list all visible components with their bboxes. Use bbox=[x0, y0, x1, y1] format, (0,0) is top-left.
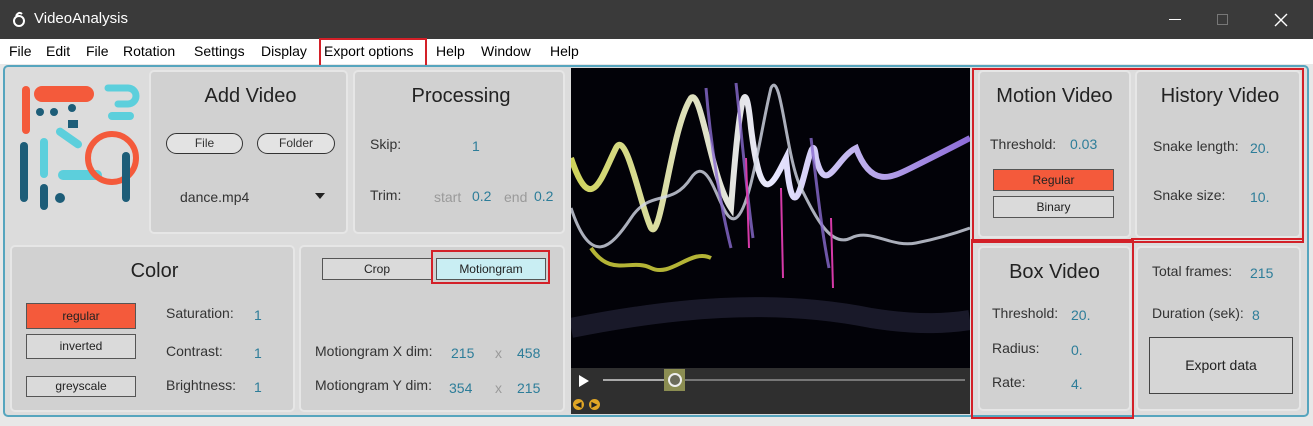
menu-file[interactable]: File bbox=[9, 43, 32, 59]
contrast-label: Contrast: bbox=[166, 343, 223, 359]
saturation-label: Saturation: bbox=[166, 305, 234, 321]
skip-value[interactable]: 1 bbox=[472, 138, 480, 154]
color-inverted-button[interactable]: inverted bbox=[26, 334, 136, 359]
stats-panel: Total frames: 215 Duration (sek): 8 Expo… bbox=[1136, 246, 1301, 411]
highlight-stats-top bbox=[1131, 238, 1304, 242]
close-icon bbox=[1274, 13, 1288, 26]
motiongram-x-width[interactable]: 215 bbox=[451, 345, 474, 361]
add-video-title: Add Video bbox=[204, 85, 297, 107]
total-frames-label: Total frames: bbox=[1152, 263, 1233, 279]
highlight-export-options bbox=[319, 38, 427, 68]
highlight-box-video bbox=[971, 239, 1134, 419]
add-folder-button[interactable]: Folder bbox=[257, 133, 335, 154]
highlight-motiongram bbox=[431, 250, 550, 284]
step-back-icon[interactable]: ◀ bbox=[573, 399, 584, 410]
export-data-button[interactable]: Export data bbox=[1149, 337, 1293, 394]
motiongram-y-sep: x bbox=[495, 380, 502, 396]
maximize-icon bbox=[1216, 14, 1228, 25]
app-logo-icon bbox=[13, 11, 25, 27]
processing-panel: Processing Skip: 1 Trim: start 0.2 end 0… bbox=[353, 70, 565, 234]
saturation-value[interactable]: 1 bbox=[254, 307, 262, 323]
step-forward-icon[interactable]: ▶ bbox=[589, 399, 600, 410]
minimize-icon bbox=[1169, 19, 1181, 20]
motiongram-x-label: Motiongram X dim: bbox=[315, 343, 433, 359]
total-frames-value: 215 bbox=[1250, 265, 1274, 281]
motiongram-x-height[interactable]: 458 bbox=[517, 345, 540, 361]
motiongram-y-height[interactable]: 215 bbox=[517, 380, 540, 396]
color-regular-button[interactable]: regular bbox=[26, 303, 136, 329]
minimize-button[interactable] bbox=[1152, 0, 1198, 39]
video-frame bbox=[571, 68, 970, 368]
color-title: Color bbox=[130, 260, 179, 282]
trim-end-value[interactable]: 0.2 bbox=[534, 188, 553, 204]
brightness-value[interactable]: 1 bbox=[254, 379, 262, 395]
brightness-label: Brightness: bbox=[166, 377, 237, 393]
motiongram-y-width[interactable]: 354 bbox=[449, 380, 472, 396]
trim-label: Trim: bbox=[370, 187, 402, 203]
trim-start-label: start bbox=[434, 189, 462, 205]
add-file-button[interactable]: File bbox=[166, 133, 243, 154]
dropdown-arrow-icon[interactable] bbox=[314, 192, 326, 200]
logo-art-icon bbox=[10, 72, 146, 240]
menu-rotation[interactable]: Rotation bbox=[123, 43, 175, 59]
maximize-button bbox=[1199, 0, 1245, 39]
duration-label: Duration (sek): bbox=[1152, 305, 1244, 321]
window-title: VideoAnalysis bbox=[34, 10, 128, 27]
player-controls: ◀ ▶ bbox=[571, 368, 970, 414]
add-video-panel: Add Video File Folder dance.mp4 bbox=[149, 70, 348, 234]
menu-display[interactable]: Display bbox=[261, 43, 307, 59]
menu-help-2[interactable]: Help bbox=[550, 43, 579, 59]
skip-label: Skip: bbox=[370, 136, 402, 152]
processing-title: Processing bbox=[411, 85, 511, 107]
play-icon[interactable] bbox=[578, 374, 590, 388]
video-preview[interactable] bbox=[571, 68, 970, 368]
duration-value: 8 bbox=[1252, 307, 1260, 323]
motiongram-x-sep: x bbox=[495, 345, 502, 361]
title-bar: VideoAnalysis bbox=[0, 0, 1313, 39]
menu-file-2[interactable]: File bbox=[86, 43, 109, 59]
motiongram-y-label: Motiongram Y dim: bbox=[315, 377, 432, 393]
menu-settings[interactable]: Settings bbox=[194, 43, 245, 59]
highlight-motion-history bbox=[972, 68, 1304, 243]
color-greyscale-button[interactable]: greyscale bbox=[26, 376, 136, 397]
contrast-value[interactable]: 1 bbox=[254, 345, 262, 361]
logo bbox=[10, 72, 146, 240]
seek-progress bbox=[603, 379, 669, 381]
menu-bar: File Edit File Rotation Settings Display… bbox=[0, 39, 1313, 64]
close-button[interactable] bbox=[1258, 0, 1304, 39]
menu-edit[interactable]: Edit bbox=[46, 43, 70, 59]
trim-end-label: end bbox=[504, 189, 528, 205]
trim-start-value[interactable]: 0.2 bbox=[472, 188, 491, 204]
video-select-value[interactable]: dance.mp4 bbox=[180, 189, 249, 205]
menu-window[interactable]: Window bbox=[481, 43, 531, 59]
color-panel: Color regular inverted greyscale Saturat… bbox=[10, 245, 295, 412]
menu-help[interactable]: Help bbox=[436, 43, 465, 59]
crop-button[interactable]: Crop bbox=[322, 258, 432, 280]
